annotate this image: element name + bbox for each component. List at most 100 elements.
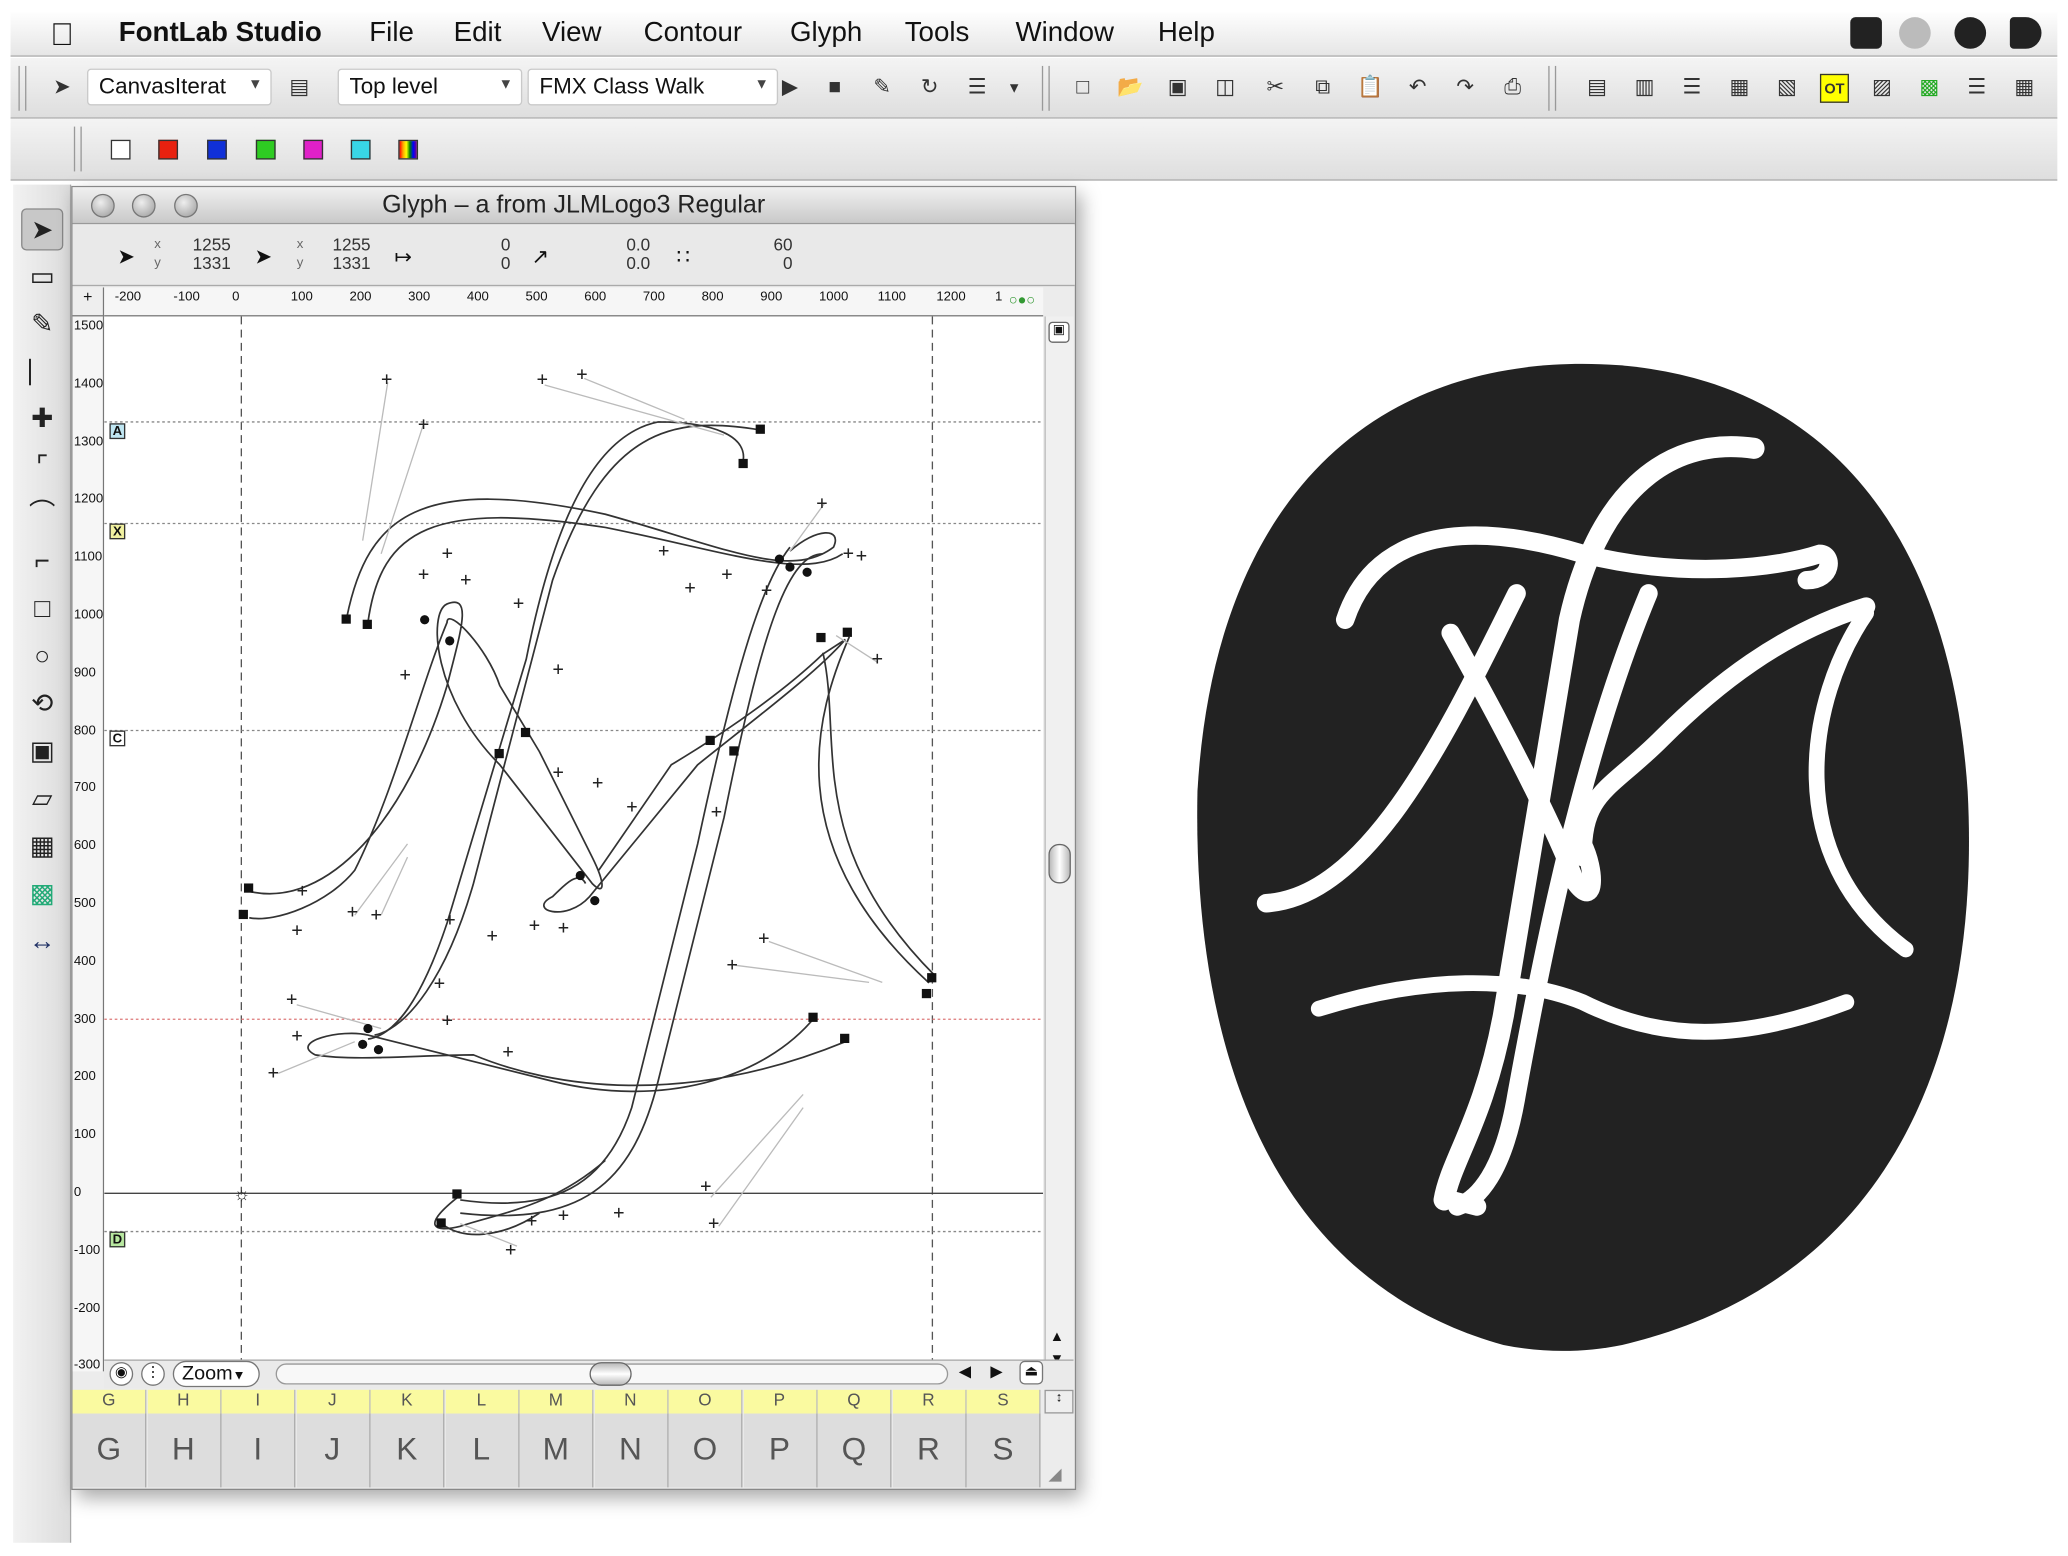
eject-icon[interactable]: ⏏ — [1019, 1360, 1044, 1385]
strip-stepper-icon[interactable]: ↕ — [1044, 1389, 1074, 1414]
class-walk-select[interactable]: FMX Class Walk ▼ — [527, 68, 779, 106]
menu-file[interactable]: File — [369, 17, 414, 49]
red-swatch[interactable] — [158, 139, 179, 160]
level-select[interactable]: Top level ▼ — [337, 68, 523, 106]
vertical-scroll-thumb[interactable] — [1048, 843, 1071, 884]
rotate-tool-icon[interactable]: ⟲ — [21, 683, 63, 725]
menu-tools[interactable]: Tools — [905, 17, 970, 49]
layers-icon[interactable]: ▤ — [285, 74, 314, 103]
panel-toggle-icon[interactable]: ▣ — [1048, 321, 1070, 343]
status-icon-a[interactable] — [1850, 17, 1882, 49]
green-swatch[interactable] — [255, 139, 276, 160]
blue-swatch[interactable] — [207, 139, 227, 160]
hinting-icon[interactable]: ▨ — [1867, 74, 1896, 103]
bell-icon[interactable] — [1954, 17, 1987, 49]
glyph-cell-g[interactable]: G — [72, 1413, 147, 1488]
redo-icon[interactable]: ↷ — [1451, 74, 1480, 103]
open-folder-icon[interactable]: 📂 — [1116, 74, 1145, 103]
toolbar-grip[interactable] — [18, 65, 27, 111]
sync-icon[interactable] — [1899, 17, 1931, 49]
refresh-icon[interactable]: ↻ — [915, 74, 944, 103]
glyph-cell-l[interactable]: L — [445, 1413, 519, 1488]
save-all-icon[interactable]: ◫ — [1211, 74, 1240, 103]
play-icon[interactable]: ▶ — [775, 74, 804, 103]
menu-contour[interactable]: Contour — [644, 17, 743, 49]
new-file-icon[interactable]: □ — [1068, 74, 1097, 103]
scroll-right-icon[interactable]: ▶ — [990, 1362, 1002, 1380]
classes-icon[interactable]: ▧ — [1772, 74, 1801, 103]
glyph-cell-r[interactable]: R — [892, 1413, 967, 1488]
menu-window[interactable]: Window — [1015, 17, 1114, 49]
glyph-cell-q[interactable]: Q — [817, 1413, 892, 1488]
vertical-scrollbar[interactable]: ▣ ▲ ▼ — [1044, 316, 1074, 1372]
save-icon[interactable]: ▣ — [1163, 74, 1192, 103]
guide-label-a[interactable]: A — [109, 423, 126, 440]
eraser-tool-icon[interactable]: ▭ — [21, 256, 63, 298]
guide-label-d[interactable]: D — [109, 1231, 126, 1248]
rectangle-tool-icon[interactable]: □ — [21, 588, 63, 630]
resize-grip-icon[interactable]: ◢ — [1048, 1464, 1061, 1485]
horizontal-scroll-thumb[interactable] — [589, 1362, 632, 1386]
unicode-icon[interactable]: ☰ — [1962, 74, 1991, 103]
pointer-tool-icon[interactable]: ➤ — [21, 208, 64, 251]
stop-icon[interactable]: ■ — [820, 74, 849, 103]
measure-tool-icon[interactable]: ⎸ — [21, 351, 63, 393]
ruler-corner[interactable]: + — [72, 287, 105, 317]
menu-help[interactable]: Help — [1158, 17, 1215, 49]
scroll-up-icon[interactable]: ▲ — [1050, 1329, 1064, 1345]
slant-tool-icon[interactable]: ▱ — [21, 778, 63, 820]
guide-label-x[interactable]: X — [109, 523, 126, 540]
glyph-cell-k[interactable]: K — [370, 1413, 445, 1488]
chevron-down-icon[interactable]: ▼ — [1000, 74, 1029, 103]
edit-macro-icon[interactable]: ✎ — [868, 74, 897, 103]
lock-icon[interactable]: ◉ — [109, 1362, 134, 1386]
menu-glyph[interactable]: Glyph — [790, 17, 862, 49]
names-icon[interactable]: ☰ — [1678, 74, 1707, 103]
dropbox-icon[interactable] — [2009, 17, 2042, 49]
transform-tool-icon[interactable]: ▦ — [21, 825, 63, 867]
glyph-cell-j[interactable]: J — [296, 1413, 370, 1488]
scroll-left-icon[interactable]: ◀ — [959, 1362, 971, 1380]
glyph-outline-drawing[interactable]: +++ + ++ ++ ++++ ++++ ++++ +++ + +++ + ++++ … — [104, 316, 1044, 1372]
table-icon[interactable]: ▦ — [2010, 74, 2039, 103]
opentype-icon[interactable]: OT — [1819, 73, 1849, 103]
glyph-cell-i[interactable]: I — [221, 1413, 296, 1488]
hint-tool-icon[interactable]: ▩ — [21, 873, 63, 915]
paste-icon[interactable]: 📋 — [1356, 74, 1385, 103]
magenta-swatch[interactable] — [303, 139, 324, 160]
add-point-tool-icon[interactable]: ✚ — [21, 398, 63, 440]
glyph-cell-n[interactable]: N — [594, 1413, 668, 1488]
menu-edit[interactable]: Edit — [454, 17, 502, 49]
toolbar-grip[interactable] — [73, 126, 82, 172]
glyph-cell-s[interactable]: S — [966, 1413, 1041, 1488]
zoom-button[interactable]: Zoom▼ — [172, 1360, 260, 1388]
layers-toggle-icon[interactable]: ⋮ — [141, 1362, 165, 1386]
guide-label-c[interactable]: C — [109, 730, 126, 747]
pointer-mode-icon[interactable]: ➤ — [47, 74, 76, 103]
ruler-toggle-icons[interactable]: ○●○ — [1009, 293, 1035, 309]
glyph-cell-o[interactable]: O — [668, 1413, 743, 1488]
metrics-tool-icon[interactable]: ↔ — [21, 920, 63, 962]
glyph-cell-p[interactable]: P — [743, 1413, 817, 1488]
glyph-canvas[interactable]: + + + + + + + + + + + + + + + + + + + + + + + + + + + + + + + + … — [104, 316, 1044, 1372]
corner-tool-icon[interactable]: ⌜ — [21, 446, 63, 488]
multi-color-swatch[interactable] — [398, 139, 419, 160]
apple-menu-icon[interactable]:  — [50, 17, 74, 54]
glyph-cell-m[interactable]: M — [519, 1413, 594, 1488]
print-icon[interactable]: ⎙ — [1498, 74, 1527, 103]
cyan-swatch[interactable] — [350, 139, 371, 160]
cut-icon[interactable]: ✂ — [1261, 74, 1290, 103]
ellipse-tool-icon[interactable]: ○ — [21, 636, 63, 678]
canvas-mode-select[interactable]: CanvasIterat ▼ — [87, 68, 272, 106]
font-info-icon[interactable]: ▤ — [1583, 74, 1612, 103]
curve-tool-icon[interactable]: ⌒ — [21, 493, 63, 535]
tangent-tool-icon[interactable]: ⌐ — [21, 541, 63, 583]
glyph-cell-h[interactable]: H — [147, 1413, 221, 1488]
app-menu[interactable]: FontLab Studio — [119, 17, 322, 49]
copy-icon[interactable]: ⧉ — [1308, 74, 1337, 103]
knife-tool-icon[interactable]: ✎ — [21, 303, 63, 345]
metrics-icon[interactable]: ▥ — [1630, 74, 1659, 103]
glyph-window-titlebar[interactable]: Glyph – a from JLMLogo3 Regular — [72, 187, 1075, 225]
undo-icon[interactable]: ↶ — [1403, 74, 1432, 103]
kerning-icon[interactable]: ▦ — [1725, 74, 1754, 103]
